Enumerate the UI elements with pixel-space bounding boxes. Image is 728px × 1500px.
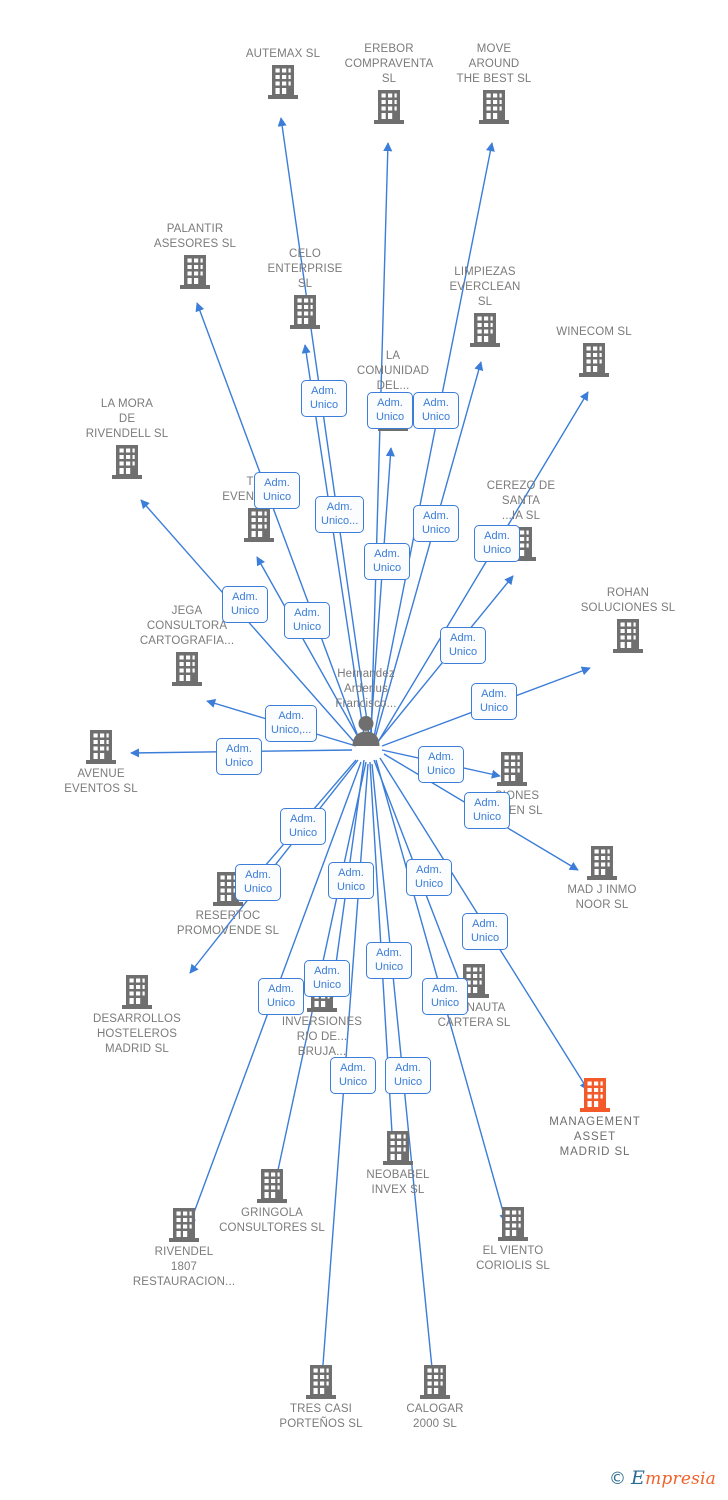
relationship-label-madj[interactable]: Adm. Unico — [464, 792, 510, 829]
building-icon — [62, 974, 212, 1010]
relationship-label-teaeventos[interactable]: Adm. Unico — [254, 472, 300, 509]
relationship-label-management[interactable]: Adm. Unico — [462, 913, 508, 950]
company-node-rivendel[interactable]: RIVENDEL 1807 RESTAURACION... — [109, 1207, 259, 1290]
relationship-label-rivendel[interactable]: Adm. Unico — [328, 862, 374, 899]
building-icon — [230, 294, 380, 330]
relationship-label-rohan[interactable]: Adm. Unico — [471, 683, 517, 720]
relationship-label-neobabel[interactable]: Adm. Unico — [366, 942, 412, 979]
building-icon — [109, 1207, 259, 1243]
building-icon — [26, 729, 176, 765]
company-node-label: CELO ENTERPRISE SL — [267, 248, 343, 290]
relationship-label-resertoc[interactable]: Adm. Unico — [235, 864, 281, 901]
relationship-label-move[interactable]: Adm. Unico... — [315, 496, 365, 533]
company-node-label: MANAGEMENT ASSET MADRID SL — [549, 1116, 641, 1158]
company-node-rohan[interactable]: ROHAN SOLUCIONES SL — [553, 586, 703, 654]
relationship-label-limpiezas[interactable]: Adm. Unico — [413, 392, 459, 429]
relationship-label-comunidad[interactable]: Adm. Unico — [367, 392, 413, 429]
relationship-label-avenue[interactable]: Adm. Unico — [216, 738, 262, 775]
company-node-label: AVENUE EVENTOS SL — [64, 768, 138, 795]
building-icon — [323, 1130, 473, 1166]
relationship-label-cerezo[interactable]: Adm. Unico — [474, 525, 520, 562]
relationship-label-rioBruja[interactable]: Adm. Unico — [258, 978, 304, 1015]
relationship-label-autemax[interactable]: Adm. Unico — [364, 543, 410, 580]
watermark: © Empresia — [609, 1467, 716, 1489]
edge-center-to-erebor — [370, 142, 393, 743]
company-node-calogar[interactable]: CALOGAR 2000 SL — [360, 1364, 510, 1432]
company-node-label: RIVENDEL 1807 RESTAURACION... — [132, 1246, 236, 1288]
building-icon — [438, 1206, 588, 1242]
company-node-management[interactable]: MANAGEMENT ASSET MADRID SL — [520, 1077, 670, 1160]
building-icon — [419, 89, 569, 125]
company-node-label: ...SIONES LORIEN SL — [481, 790, 543, 817]
company-node-winecom[interactable]: WINECOM SL — [519, 325, 669, 378]
empresia-logo: Empresia — [631, 1467, 716, 1489]
relationship-label-trescasi[interactable]: Adm. Unico — [330, 1057, 376, 1094]
company-node-elviento[interactable]: EL VIENTO CORIOLIS SL — [438, 1206, 588, 1274]
relationship-label-desarrollos[interactable]: Adm. Unico — [280, 808, 326, 845]
building-icon — [360, 1364, 510, 1400]
building-icon — [553, 618, 703, 654]
company-node-label: CEREZO DE SANTA ...IA SL — [486, 480, 556, 522]
company-node-label: LA MORA DE RIVENDELL SL — [85, 398, 169, 440]
company-node-move[interactable]: MOVE AROUND THE BEST SL — [419, 42, 569, 125]
company-node-label: LIMPIEZAS EVERCLEAN SL — [449, 266, 521, 308]
relationship-label-elviento[interactable]: Adm. Unico — [422, 978, 468, 1015]
relationship-label-jega[interactable]: Adm. Unico,... — [265, 705, 318, 742]
company-node-avenue[interactable]: AVENUE EVENTOS SL — [26, 729, 176, 797]
building-icon — [184, 507, 334, 543]
company-node-cerezo[interactable]: CEREZO DE SANTA ...IA SL — [446, 479, 596, 562]
relationship-label-calogar[interactable]: Adm. Unico — [385, 1057, 431, 1094]
company-node-label: CALOGAR 2000 SL — [406, 1403, 464, 1430]
relationship-label-lamora[interactable]: Adm. Unico — [222, 586, 268, 623]
relationship-label-gringola[interactable]: Adm. Unico — [304, 960, 350, 997]
building-icon — [446, 526, 596, 562]
company-node-madj[interactable]: MAD J INMO NOOR SL — [527, 845, 677, 913]
company-node-label: ROHAN SOLUCIONES SL — [580, 587, 676, 614]
company-node-label: EL VIENTO CORIOLIS SL — [476, 1245, 550, 1272]
company-node-desarrollos[interactable]: DESARROLLOS HOSTELEROS MADRID SL — [62, 974, 212, 1057]
relationship-label-palantir[interactable]: Adm. Unico — [284, 602, 330, 639]
relationship-label-lorien[interactable]: Adm. Unico — [418, 746, 464, 783]
building-icon — [112, 651, 262, 687]
building-icon — [527, 845, 677, 881]
company-node-lamora[interactable]: LA MORA DE RIVENDELL SL — [52, 397, 202, 480]
copyright-icon: © — [609, 1468, 627, 1489]
company-node-label: MAD J INMO NOOR SL — [567, 884, 637, 911]
relationship-label-sernauta[interactable]: Adm. Unico — [406, 859, 452, 896]
relationship-label-erebor[interactable]: Adm. Unico — [413, 505, 459, 542]
relationship-label-winecom[interactable]: Adm. Unico — [440, 627, 486, 664]
company-node-label: MOVE AROUND THE BEST SL — [456, 43, 532, 85]
building-icon — [197, 1168, 347, 1204]
building-icon — [52, 444, 202, 480]
company-node-label: DESARROLLOS HOSTELEROS MADRID SL — [93, 1013, 181, 1055]
company-node-label: WINECOM SL — [556, 326, 632, 338]
company-node-celo[interactable]: CELO ENTERPRISE SL — [230, 247, 380, 330]
network-diagram-canvas: AUTEMAX SL EREBOR COMPRAVENTA SL MOVE AROU… — [0, 0, 728, 1500]
company-node-label: INVERSIONES RIO DE... BRUJA... — [281, 1016, 363, 1058]
building-icon — [520, 1077, 670, 1113]
relationship-label-celo[interactable]: Adm. Unico — [301, 380, 347, 417]
company-node-label: RESERTOC PROMOVENDE SL — [176, 910, 280, 937]
building-icon — [519, 342, 669, 378]
